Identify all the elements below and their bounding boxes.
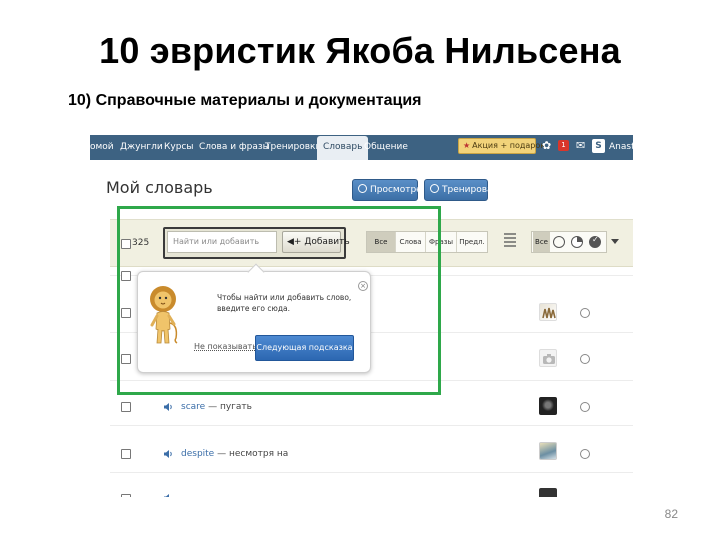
word-text: despite	[181, 449, 215, 459]
word-dash: —	[208, 402, 218, 412]
page-title: Мой словарь	[106, 178, 213, 197]
word-translation: несмотря на	[228, 449, 289, 459]
filter-sentences[interactable]: Предл.	[457, 232, 487, 252]
row-divider	[110, 425, 633, 426]
status-circle-icon[interactable]	[580, 354, 590, 364]
eye-icon	[358, 184, 367, 193]
nav-item-jungle[interactable]: Джунгли	[120, 135, 163, 160]
view-button-label: Просмотреть	[370, 185, 433, 195]
word-image	[539, 303, 557, 321]
speaker-icon[interactable]	[163, 402, 173, 412]
nav-item-trainings[interactable]: Тренировки	[265, 135, 321, 160]
chevron-down-icon[interactable]	[611, 239, 619, 244]
row-checkbox[interactable]	[121, 402, 131, 412]
promo-label: Акция + подарок	[472, 141, 546, 150]
skype-icon[interactable]: S	[592, 139, 605, 153]
word-image	[539, 442, 557, 460]
status-learning-icon[interactable]	[571, 236, 583, 248]
gift-icon: ★	[463, 141, 471, 150]
mail-icon[interactable]: ✉	[576, 139, 585, 155]
row-checkbox[interactable]	[121, 449, 131, 459]
status-circle-icon[interactable]	[580, 402, 590, 412]
row-divider	[110, 472, 633, 473]
status-circle-icon[interactable]	[580, 449, 590, 459]
status-all[interactable]: Все	[533, 232, 550, 252]
speaker-icon[interactable]	[163, 449, 173, 459]
word-entry[interactable]: scare — пугать	[181, 402, 252, 412]
status-circle-icon[interactable]	[580, 308, 590, 318]
nav-item-community[interactable]: Общение	[364, 135, 408, 160]
train-icon	[430, 184, 439, 193]
nav-item-home[interactable]: омой	[90, 135, 114, 160]
word-text: scare	[181, 402, 206, 412]
word-entry[interactable]: despite — несмотря на	[181, 449, 288, 459]
view-button[interactable]: Просмотреть	[352, 179, 432, 201]
page-number: 82	[664, 507, 678, 521]
friends-icon[interactable]: ✿	[542, 139, 551, 155]
word-dash: —	[217, 449, 227, 459]
highlight-frame	[117, 206, 441, 395]
word-image	[539, 397, 557, 415]
list-view-icon[interactable]	[504, 233, 516, 249]
status-new-icon[interactable]	[553, 236, 565, 248]
speaker-icon[interactable]	[163, 493, 173, 497]
nav-item-dictionary[interactable]: Словарь	[317, 136, 369, 160]
slide-title: 10 эвристик Якоба Нильсена	[99, 30, 621, 71]
status-filter-group: Все ✓	[531, 231, 607, 253]
word-translation: пугать	[219, 402, 252, 412]
train-button[interactable]: Тренировать	[424, 179, 503, 201]
slide-subtitle: 10) Справочные материалы и документация	[68, 92, 422, 109]
status-learned-icon[interactable]: ✓	[589, 235, 601, 248]
top-navigation: омой Джунгли Курсы Слова и фразы Трениро…	[90, 135, 633, 160]
user-name[interactable]: Anastas	[609, 135, 633, 160]
word-image	[539, 488, 557, 497]
camera-icon[interactable]	[539, 349, 557, 367]
nav-item-courses[interactable]: Курсы	[164, 135, 193, 160]
promo-badge[interactable]: ★ Акция + подарок	[458, 138, 545, 154]
notification-badge[interactable]: 1	[558, 140, 569, 151]
row-checkbox[interactable]	[121, 494, 131, 497]
train-button-label: Тренировать	[442, 185, 504, 195]
nav-item-words-phrases[interactable]: Слова и фразы	[199, 135, 270, 160]
